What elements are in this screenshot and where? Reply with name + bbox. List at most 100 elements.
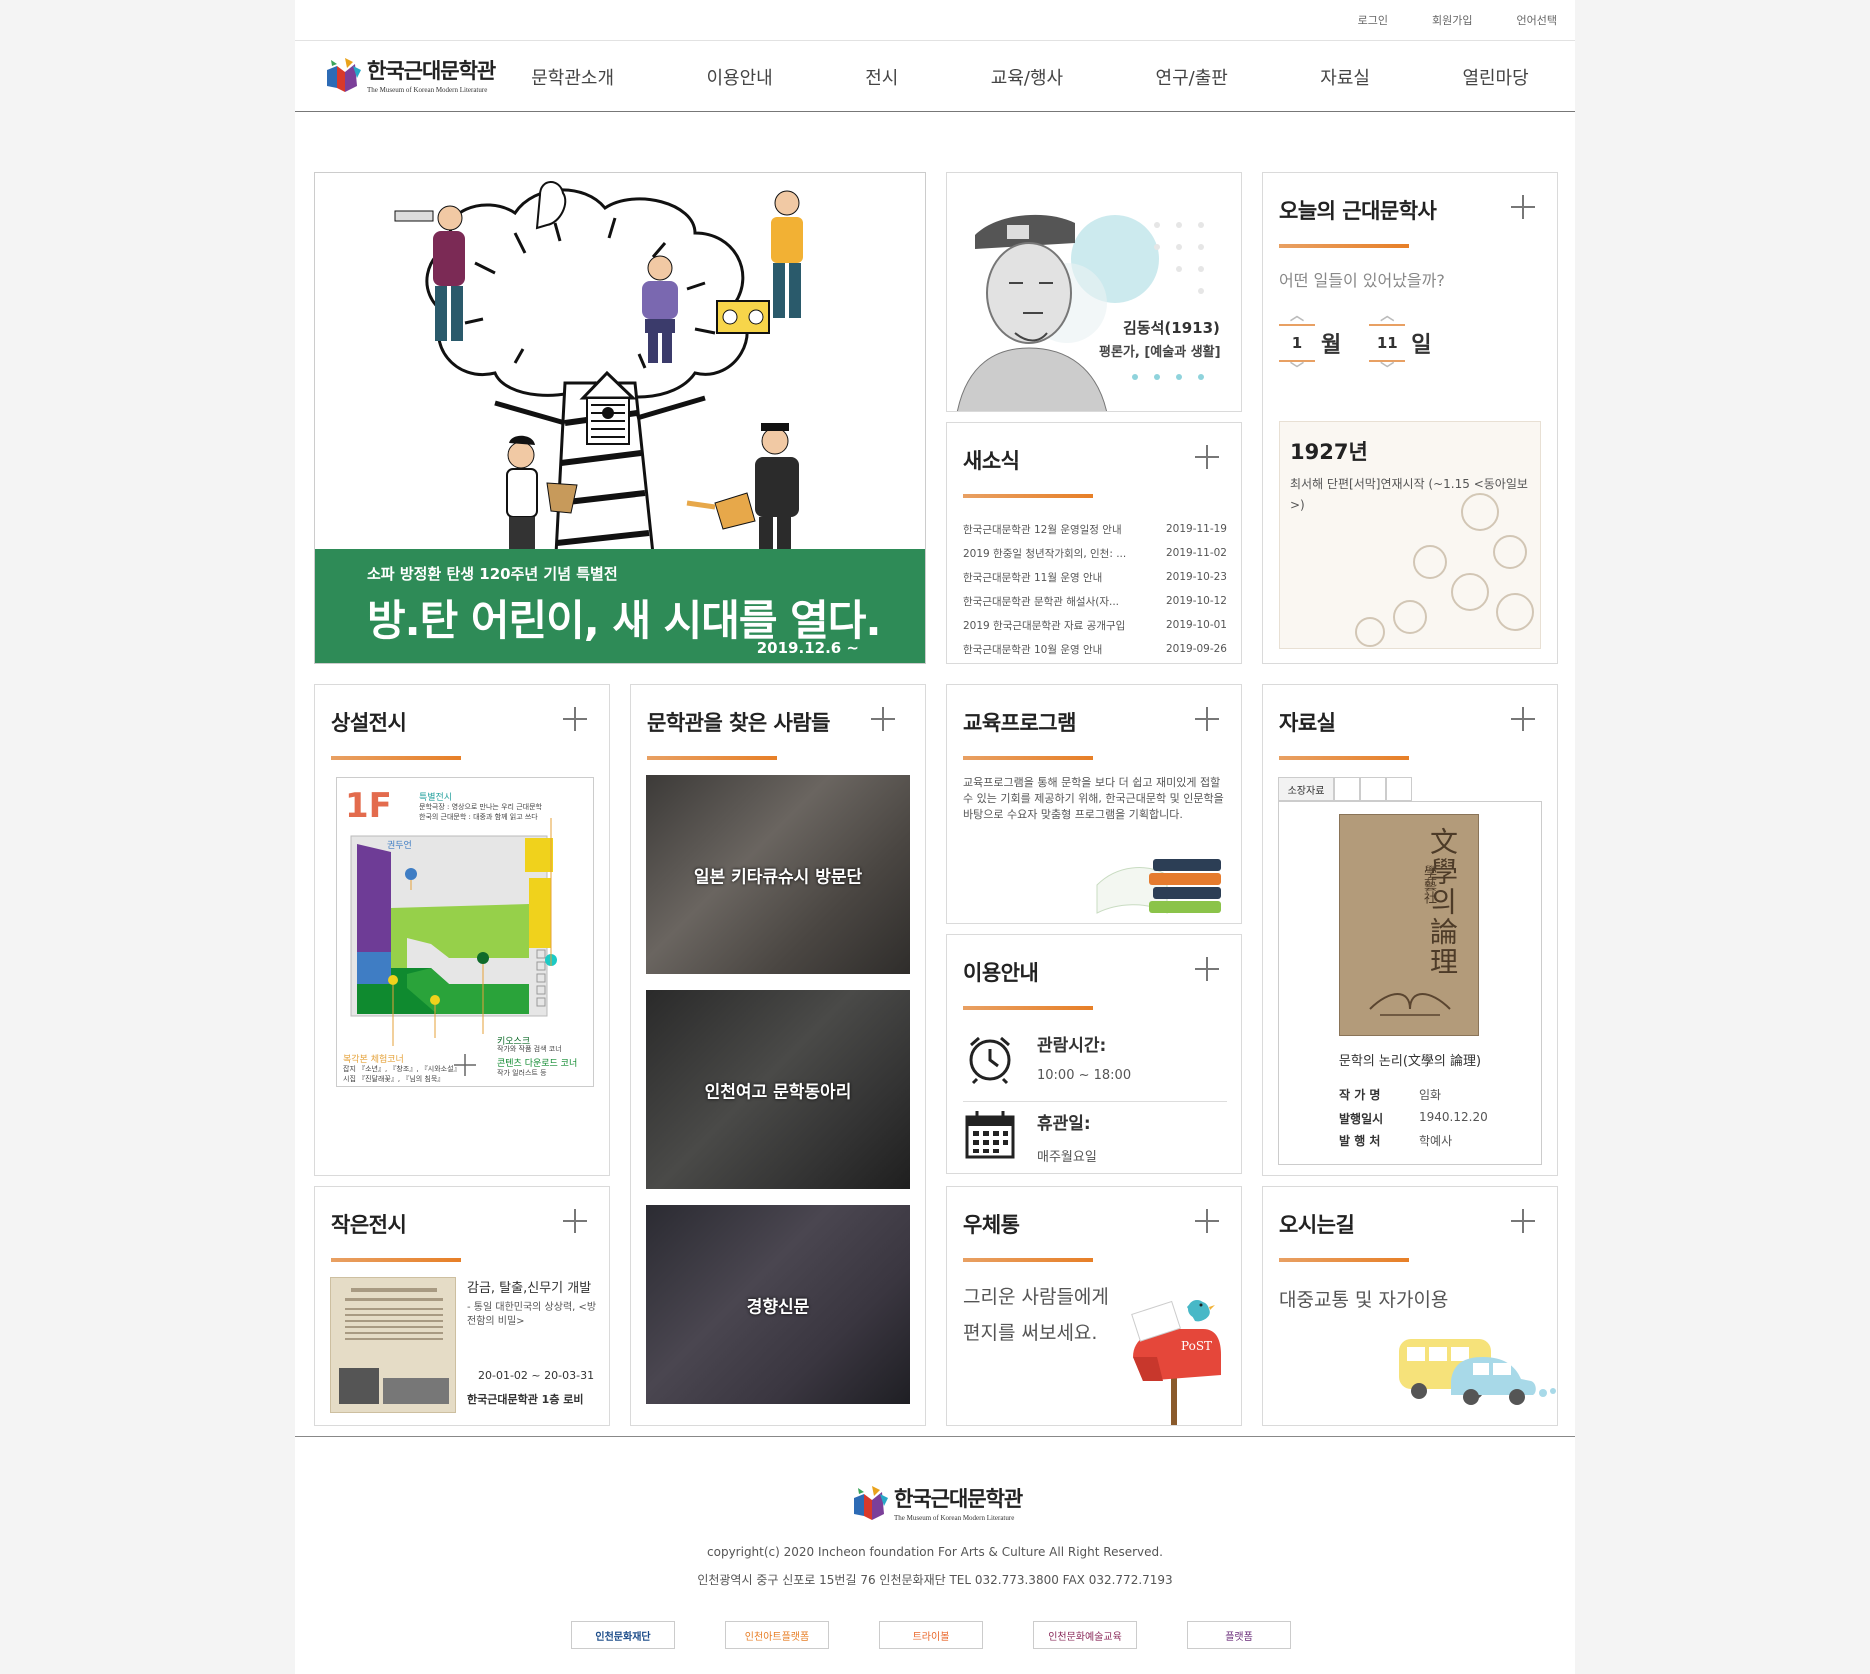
menu-item-about[interactable]: 문학관소개 [531,64,614,90]
news-item[interactable]: 한국근대문학관 11월 운영 안내 2019-10-23 [963,565,1227,589]
tab-collection[interactable]: 소장자료 [1278,777,1334,801]
today-year: 1927년 [1290,440,1368,464]
tab-empty[interactable] [1334,777,1360,801]
library-tabs: 소장자료 [1278,777,1412,801]
book-publisher-row: 발 행 처 학예사 [1339,1134,1453,1148]
day-up-icon[interactable]: ︿ [1369,308,1405,324]
small-exhibition-card: 작은전시 감금, 탈출,신무기 개발 - 통일 대한민국의 상상력, <방전함의… [314,1186,610,1426]
main-nav: 한국근대문학관 The Museum of Korean Modern Lite… [295,40,1575,112]
title-underline [1279,1258,1409,1262]
small-exhibition-date: 20-01-02 ~ 20-03-31 [478,1369,595,1382]
small-exhibition-poster[interactable] [330,1277,456,1413]
logo-mark-icon [850,1484,890,1522]
closed-label: 휴관일: [1037,1114,1091,1134]
partner-link[interactable]: 플랫폼 [1187,1621,1291,1649]
utility-links: 로그인 회원가입 언어선택 [1358,12,1557,28]
closed-row: 휴관일: 매주월요일 [963,1109,1097,1165]
day-down-icon[interactable]: ﹀ [1369,362,1405,378]
visitors-more-icon[interactable] [871,707,895,731]
menu-item-community[interactable]: 열린마당 [1462,64,1528,90]
clock-icon [969,1036,1011,1085]
education-more-icon[interactable] [1195,707,1219,731]
title-underline [963,1006,1093,1010]
news-item[interactable]: 2019 한중일 청년작가회의, 인천: ... 2019-11-02 [963,541,1227,565]
usage-more-icon[interactable] [1195,957,1219,981]
visitors-card: 문학관을 찾은 사람들 일본 키타큐슈시 방문단 인천여고 문학동아리 경향신문 [630,684,926,1426]
join-link[interactable]: 회원가입 [1432,12,1472,28]
today-event[interactable]: 1927년 최서해 단편[서막]연재시작 (~1.15 <동아일보>) [1279,421,1541,649]
tab-empty[interactable] [1386,777,1412,801]
partner-link[interactable]: 인천문화예술교육 [1033,1621,1137,1649]
book-ornament-icon [1369,993,1451,1016]
postbox-label: PoST [1181,1339,1213,1353]
visitor-photo-label: 일본 키타큐슈시 방문단 [693,867,863,887]
news-item[interactable]: 한국근대문학관 12월 운영일정 안내 2019-11-19 [963,517,1227,541]
permanent-more-icon[interactable] [563,707,587,731]
title-underline [331,756,461,760]
news-item[interactable]: 한국근대문학관 문학관 해설사(자... 2019-10-12 [963,589,1227,613]
banner-subtitle: 소파 방정환 탄생 120주년 기념 특별전 [367,565,618,583]
news-item[interactable]: 한국근대문학관 10월 운영 안내 2019-09-26 [963,637,1227,661]
news-item[interactable]: 2019 한국근대문학관 자료 공개구입 2019-10-01 [963,613,1227,637]
replica-desc: 잡지 『소년』, 『창조』, 『시와소설』 [343,1065,461,1073]
education-title: 교육프로그램 [963,711,1076,735]
usage-info-card: 이용안내 관람시간: 10:00 ~ 18:00 휴관일: 매주월요일 [946,934,1242,1174]
menu-item-research[interactable]: 연구/출판 [1156,64,1228,90]
education-text: 교육프로그램을 통해 문학을 보다 더 쉽고 재미있게 접할 수 있는 기회를 … [963,776,1224,821]
postbox-icon[interactable]: PoST [1117,1285,1227,1425]
floor-map[interactable]: 1F 특별전시 문학극장 : 영상으로 만나는 우리 근대문학 한국의 근대문학… [336,777,594,1087]
writer-portrait-card[interactable]: 김동석(1913) 평론가, [예술과 생활] [946,172,1242,412]
partner-link[interactable]: 트라이볼 [879,1621,983,1649]
day-spinner: ︿ 11 ﹀ [1369,308,1406,378]
partner-link[interactable]: 인천문화재단 [571,1621,675,1649]
floor-plan [350,818,557,1076]
menu-item-exhibition[interactable]: 전시 [865,64,898,90]
visitors-title: 문학관을 찾은 사람들 [647,711,831,735]
mailbox-more-icon[interactable] [1195,1209,1219,1233]
today-more-icon[interactable] [1511,195,1535,219]
today-question: 어떤 일들이 있어났을까? [1279,271,1445,290]
menu-item-education[interactable]: 교육/행사 [991,64,1063,90]
site-logo[interactable]: 한국근대문학관 The Museum of Korean Modern Lite… [323,55,496,94]
visitor-photo[interactable]: 인천여고 문학동아리 [646,990,910,1189]
special-exhibit-desc: 문학극장 : 영상으로 만나는 우리 근대문학 [419,803,542,811]
title-underline [331,1258,461,1262]
library-item[interactable]: 文學의論理 學藝社 문학의 논리(文學의 論理) 작 가 명 임화 발행일시 194… [1278,801,1542,1165]
footer-copyright: copyright(c) 2020 Incheon foundation For… [707,1545,1163,1559]
news-more-icon[interactable] [1195,445,1219,469]
bus-car-icon[interactable] [1387,1331,1557,1411]
visitor-photo[interactable]: 일본 키타큐슈시 방문단 [646,775,910,974]
today-history-card: 오늘의 근대문학사 어떤 일들이 있어났을까? ︿ 1 ﹀ 월 ︿ 11 ﹀ 일 [1262,172,1558,664]
main-banner[interactable]: 소파 방정환 탄생 120주년 기념 특별전 방.탄 어린이, 새 시대를 열다… [314,172,926,664]
books-icon [1096,859,1221,914]
tree-illustration [394,181,803,573]
logo-mark-icon [323,56,363,94]
today-description: 최서해 단편[서막]연재시작 (~1.15 <동아일보>) [1290,477,1528,512]
title-underline [647,756,777,760]
language-select[interactable]: 언어선택 [1517,12,1557,28]
small-exhibition-place: 한국근대문학관 1층 로비 [467,1393,584,1406]
library-more-icon[interactable] [1511,707,1535,731]
small-more-icon[interactable] [563,1209,587,1233]
day-value: 11 [1369,324,1406,362]
title-underline [963,494,1093,498]
book-cover: 文學의論理 學藝社 [1339,814,1479,1036]
directions-card: 오시는길 대중교통 및 자가이용 [1262,1186,1558,1426]
menu-item-guide[interactable]: 이용안내 [706,64,772,90]
tab-empty[interactable] [1360,777,1386,801]
writer-description: 평론가, [예술과 생활] [1099,345,1221,360]
footer-logo[interactable]: 한국근대문학관 The Museum of Korean Modern Lite… [850,1483,1023,1522]
menu-item-archive[interactable]: 자료실 [1320,64,1370,90]
month-spinner: ︿ 1 ﹀ [1279,308,1315,378]
visitor-photo[interactable]: 경향신문 [646,1205,910,1404]
writer-name: 김동석(1913) [1123,319,1220,337]
directions-more-icon[interactable] [1511,1209,1535,1233]
month-down-icon[interactable]: ﹀ [1279,362,1315,378]
month-up-icon[interactable]: ︿ [1279,308,1315,324]
partner-link[interactable]: 인천아트플랫폼 [725,1621,829,1649]
footer: 한국근대문학관 The Museum of Korean Modern Lite… [295,1436,1575,1674]
kiosk-desc: 작가와 작품 검색 코너 [497,1045,562,1053]
login-link[interactable]: 로그인 [1358,12,1388,28]
logo-title: 한국근대문학관 [367,58,496,83]
special-exhibit-desc: 한국의 근대문학 : 대중과 함께 읽고 쓰다 [419,813,538,821]
